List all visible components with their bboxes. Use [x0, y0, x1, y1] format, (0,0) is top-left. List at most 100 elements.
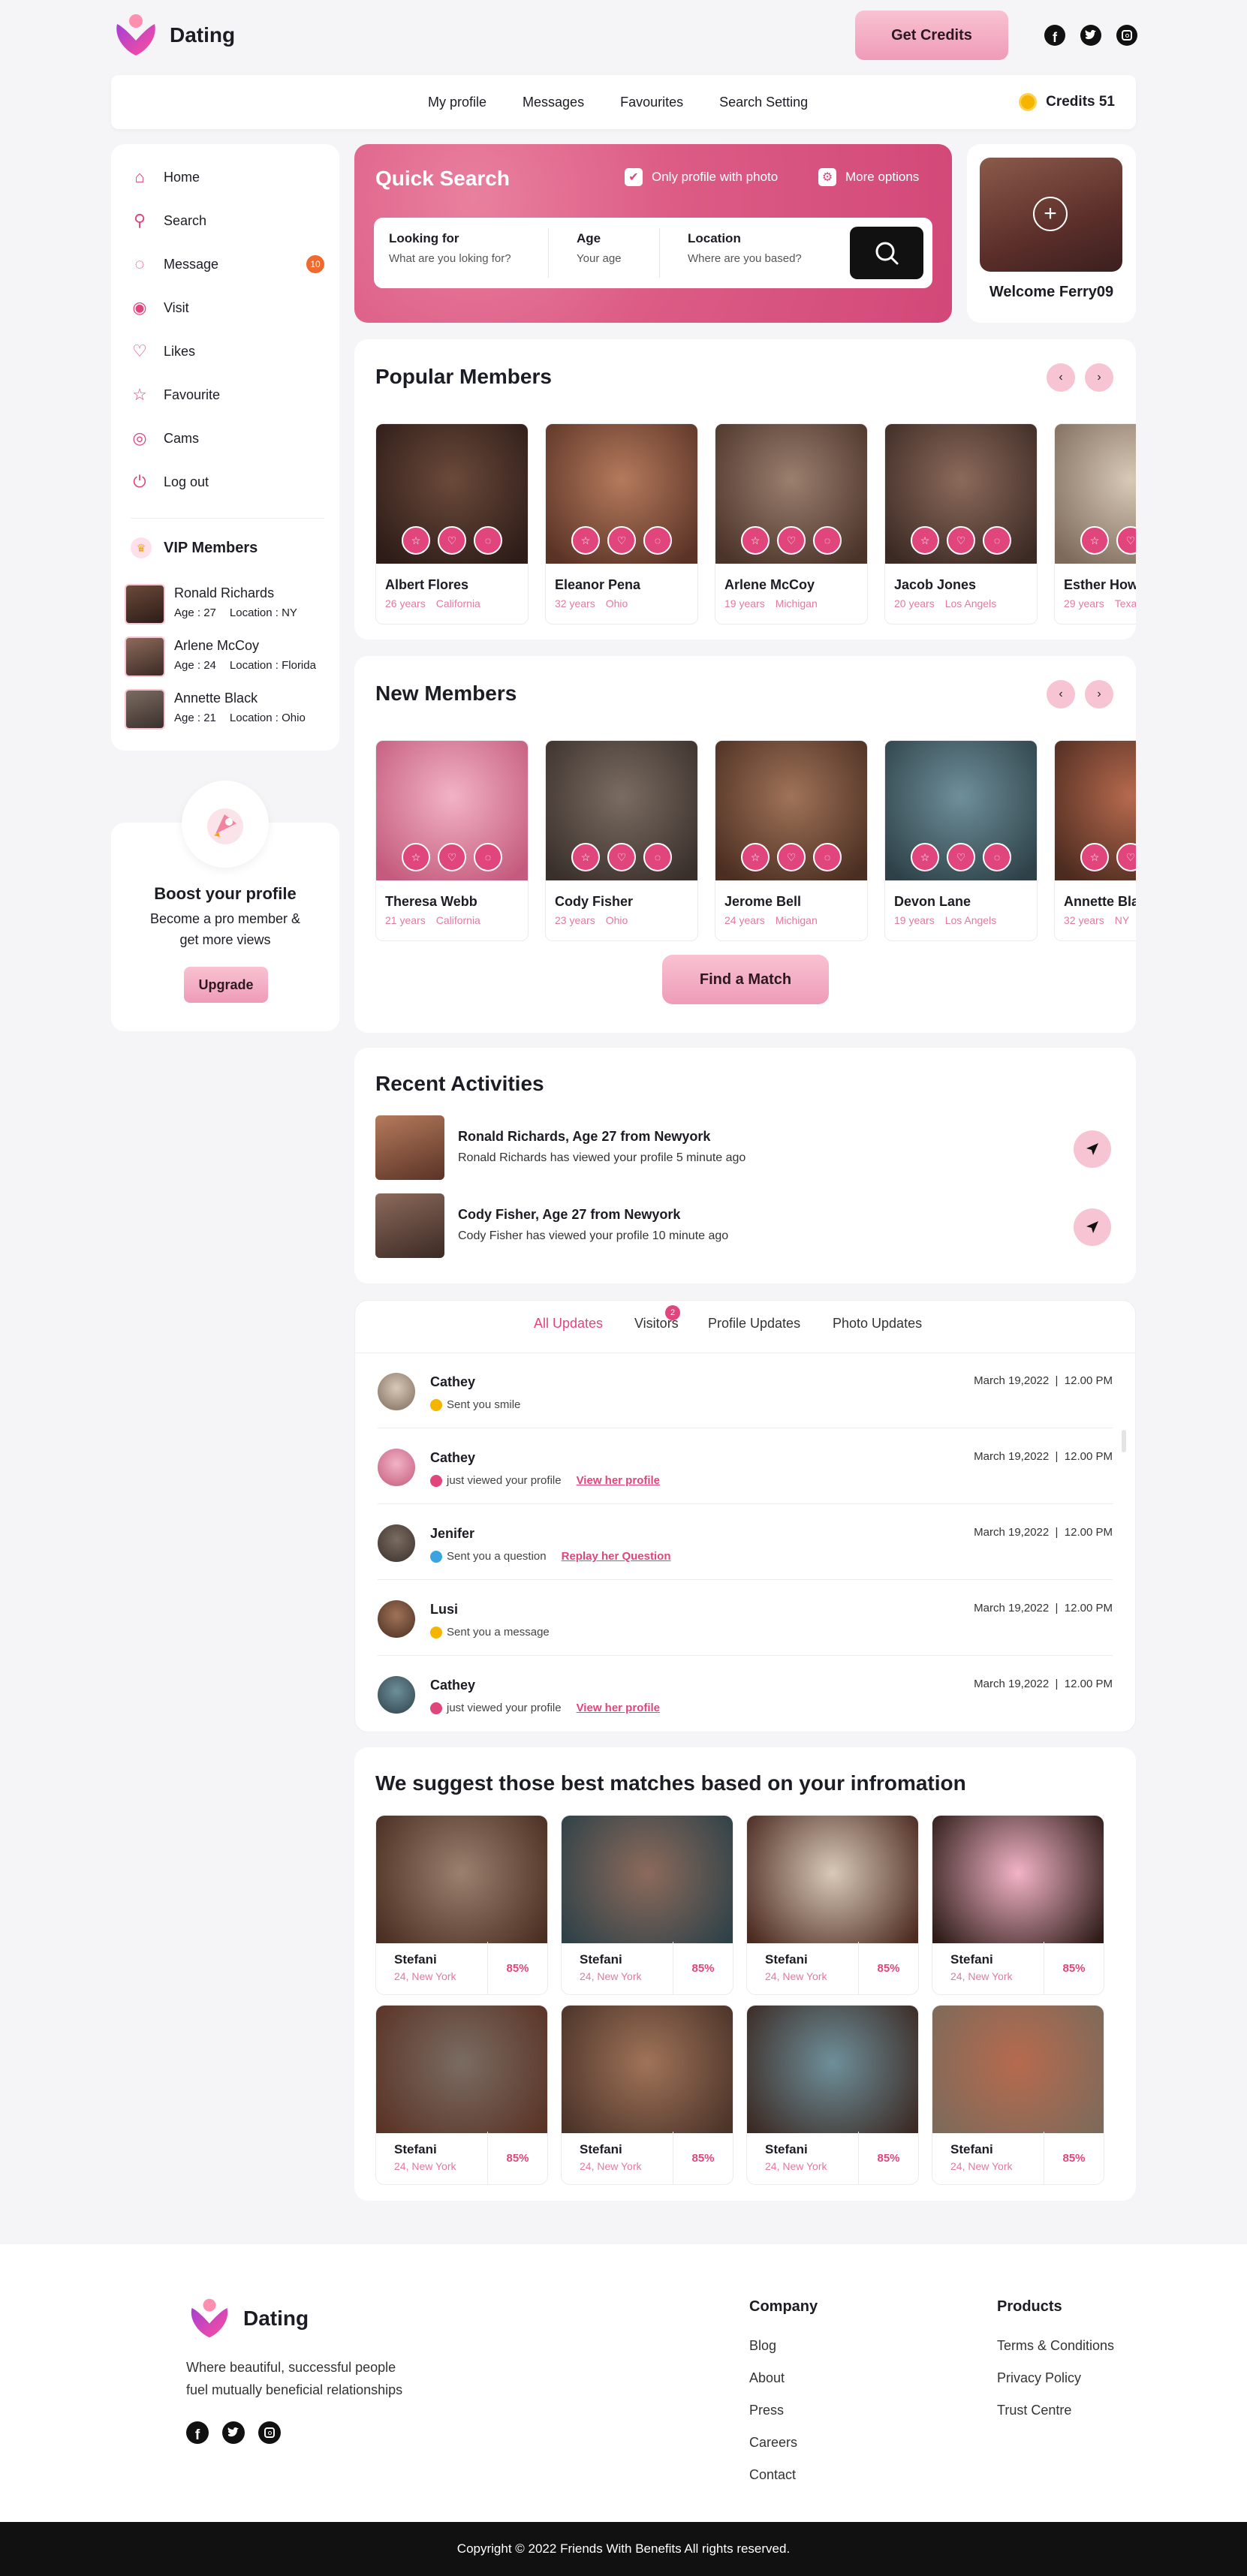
chat-icon[interactable]: ◌ — [813, 843, 842, 871]
only-photo-checkbox[interactable]: ✔ Only profile with photo — [625, 168, 778, 186]
get-credits-button[interactable]: Get Credits — [855, 11, 1008, 60]
star-icon[interactable]: ☆ — [911, 526, 939, 555]
star-icon[interactable]: ☆ — [1080, 526, 1109, 555]
tab-profile-updates[interactable]: Profile Updates — [708, 1316, 800, 1332]
instagram-icon[interactable] — [258, 2421, 281, 2444]
member-card[interactable]: ☆ ♡ ◌ Albert Flores 26 years California — [375, 423, 529, 624]
sidebar-item-visit[interactable]: ◉ Visit — [131, 296, 324, 320]
member-photo[interactable]: ☆♡◌ — [546, 741, 697, 880]
upgrade-button[interactable]: Upgrade — [184, 967, 268, 1003]
member-photo[interactable]: ☆♡◌ — [546, 424, 697, 564]
member-name[interactable]: Annette Black — [1064, 894, 1136, 910]
update-item[interactable]: Cathey just viewed your profile View her p… — [378, 1657, 1113, 1732]
member-card[interactable]: ☆ ♡ ◌ Cody Fisher 23 years Ohio — [545, 740, 698, 941]
update-item[interactable]: Cathey just viewed your profile View her p… — [378, 1429, 1113, 1504]
match-card[interactable]: Stefani 24, New York 85% — [746, 1815, 919, 1995]
nav-item[interactable]: Favourites — [620, 95, 683, 110]
send-icon[interactable] — [1074, 1130, 1111, 1168]
find-match-button[interactable]: Find a Match — [662, 955, 829, 1004]
nav-item[interactable]: My profile — [428, 95, 486, 110]
activity-avatar[interactable] — [375, 1115, 444, 1180]
match-card[interactable]: Stefani 24, New York 85% — [375, 2005, 548, 2185]
member-photo[interactable]: ☆♡◌ — [885, 741, 1037, 880]
vip-name[interactable]: Arlene McCoy — [174, 638, 259, 654]
vip-name[interactable]: Ronald Richards — [174, 585, 274, 601]
update-item[interactable]: Cathey Sent you smile March 19,2022 | 12.0… — [378, 1353, 1113, 1428]
next-arrow-icon[interactable]: › — [1085, 363, 1113, 392]
activity-avatar[interactable] — [375, 1193, 444, 1258]
heart-icon[interactable]: ♡ — [947, 843, 975, 871]
tab-photo-updates[interactable]: Photo Updates — [833, 1316, 922, 1332]
search-submit-button[interactable] — [850, 227, 923, 279]
member-photo[interactable]: ☆♡◌ — [1055, 741, 1136, 880]
update-link[interactable]: Replay her Question — [562, 1550, 671, 1563]
update-avatar[interactable] — [378, 1449, 415, 1486]
footer-link[interactable]: Privacy Policy — [997, 2370, 1114, 2386]
age-field[interactable]: Age Your age — [577, 231, 659, 265]
match-photo[interactable] — [747, 2006, 918, 2133]
instagram-icon[interactable] — [1116, 25, 1137, 46]
member-card[interactable]: ☆ ♡ ◌ Arlene McCoy 19 years Michigan — [715, 423, 868, 624]
match-card[interactable]: Stefani 24, New York 85% — [561, 1815, 733, 1995]
footer-link[interactable]: Careers — [749, 2435, 818, 2451]
match-photo[interactable] — [562, 1816, 733, 1943]
looking-for-field[interactable]: Looking for What are you loking for? — [389, 231, 539, 265]
update-avatar[interactable] — [378, 1373, 415, 1410]
member-card[interactable]: ☆♡◌ Annette Black 32 years NY — [1054, 740, 1136, 941]
star-icon[interactable]: ☆ — [741, 843, 770, 871]
member-photo[interactable]: ☆♡◌ — [376, 424, 528, 564]
heart-icon[interactable]: ♡ — [947, 526, 975, 555]
match-photo[interactable] — [376, 2006, 547, 2133]
member-name[interactable]: Devon Lane — [894, 894, 1037, 910]
match-photo[interactable] — [562, 2006, 733, 2133]
footer-logo[interactable]: Dating — [186, 2295, 309, 2342]
match-card[interactable]: Stefani 24, New York 85% — [561, 2005, 733, 2185]
update-avatar[interactable] — [378, 1524, 415, 1562]
prev-arrow-icon[interactable]: ‹ — [1047, 680, 1075, 709]
update-name[interactable]: Cathey — [430, 1678, 475, 1693]
sidebar-item-search[interactable]: ⚲ Search — [131, 209, 324, 233]
update-item[interactable]: Jenifer Sent you a question Replay her Que… — [378, 1505, 1113, 1580]
update-name[interactable]: Cathey — [430, 1374, 475, 1390]
prev-arrow-icon[interactable]: ‹ — [1047, 363, 1075, 392]
chat-icon[interactable]: ◌ — [474, 843, 502, 871]
footer-link[interactable]: Contact — [749, 2467, 818, 2483]
vip-avatar[interactable] — [125, 636, 165, 677]
member-card[interactable]: ☆ ♡ ◌ Jacob Jones 20 years Los Angels — [884, 423, 1038, 624]
match-photo[interactable] — [932, 2006, 1104, 2133]
member-card[interactable]: ☆ ♡ ◌ Devon Lane 19 years Los Angels — [884, 740, 1038, 941]
star-icon[interactable]: ☆ — [1080, 843, 1109, 871]
heart-icon[interactable]: ♡ — [438, 526, 466, 555]
send-icon[interactable] — [1074, 1208, 1111, 1246]
sidebar-item-home[interactable]: ⌂ Home — [131, 165, 324, 189]
chat-icon[interactable]: ◌ — [643, 843, 672, 871]
nav-item[interactable]: Search Setting — [719, 95, 808, 110]
facebook-icon[interactable]: f — [1044, 25, 1065, 46]
heart-icon[interactable]: ♡ — [607, 843, 636, 871]
profile-photo[interactable]: + — [980, 158, 1122, 272]
star-icon[interactable]: ☆ — [571, 526, 600, 555]
match-card[interactable]: Stefani 24, New York 85% — [375, 1815, 548, 1995]
update-name[interactable]: Jenifer — [430, 1526, 474, 1542]
chat-icon[interactable]: ◌ — [643, 526, 672, 555]
heart-icon[interactable]: ♡ — [607, 526, 636, 555]
member-name[interactable]: Albert Flores — [385, 577, 528, 593]
facebook-icon[interactable]: f — [186, 2421, 209, 2444]
update-name[interactable]: Cathey — [430, 1450, 475, 1466]
star-icon[interactable]: ☆ — [571, 843, 600, 871]
update-name[interactable]: Lusi — [430, 1602, 458, 1618]
star-icon[interactable]: ☆ — [402, 526, 430, 555]
match-photo[interactable] — [376, 1816, 547, 1943]
add-photo-icon[interactable]: + — [1033, 197, 1068, 231]
chat-icon[interactable]: ◌ — [983, 843, 1011, 871]
star-icon[interactable]: ☆ — [402, 843, 430, 871]
heart-icon[interactable]: ♡ — [1116, 843, 1136, 871]
heart-icon[interactable]: ♡ — [1116, 526, 1136, 555]
match-card[interactable]: Stefani 24, New York 85% — [746, 2005, 919, 2185]
heart-icon[interactable]: ♡ — [438, 843, 466, 871]
update-link[interactable]: View her profile — [577, 1474, 660, 1487]
member-photo[interactable]: ☆♡◌ — [715, 741, 867, 880]
match-card[interactable]: Stefani 24, New York 85% — [932, 1815, 1104, 1995]
twitter-icon[interactable] — [1080, 25, 1101, 46]
brand-logo[interactable]: Dating — [111, 11, 235, 60]
